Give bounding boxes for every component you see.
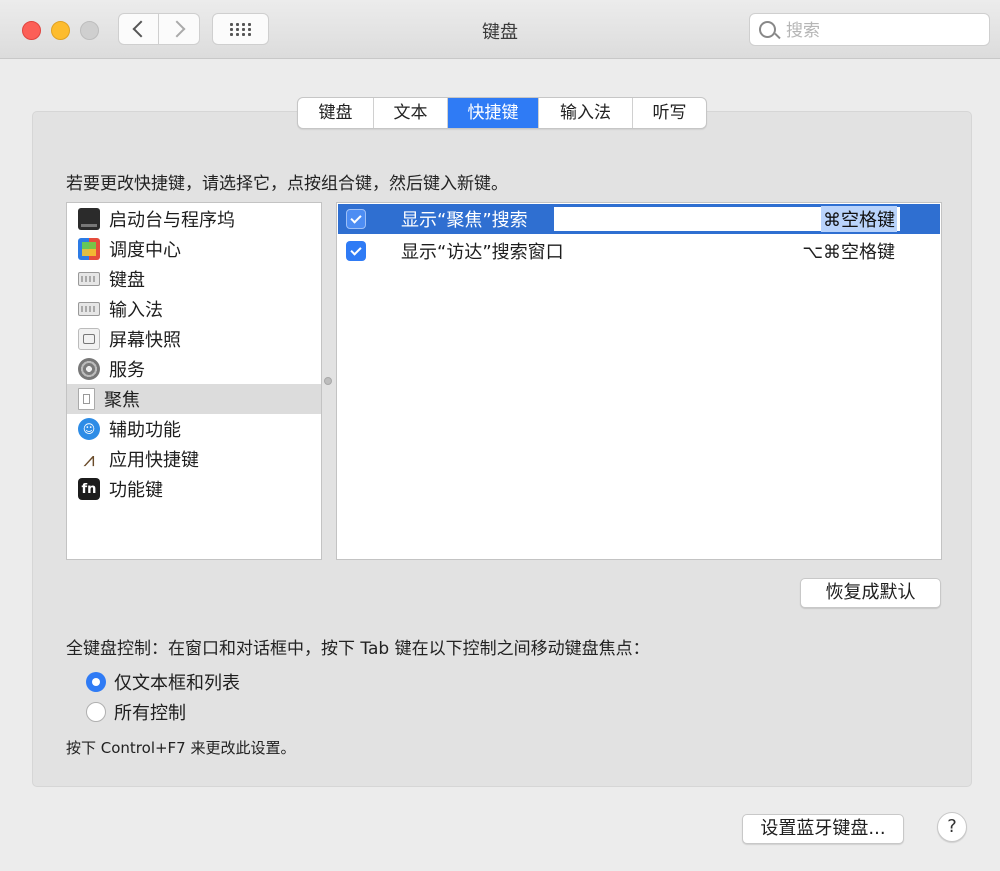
category-item-accessibility[interactable]: ☺ 辅助功能 <box>67 414 321 444</box>
radio-option-text-boxes[interactable]: 仅文本框和列表 <box>86 670 240 694</box>
tab-dictation[interactable]: 听写 <box>633 98 706 128</box>
shortcut-name: 显示“访达”搜索窗口 <box>401 242 564 263</box>
category-label: 屏幕快照 <box>109 330 181 351</box>
category-item-mission-control[interactable]: 调度中心 <box>67 234 321 264</box>
radio-option-all-controls[interactable]: 所有控制 <box>86 700 186 724</box>
instruction-text: 若要更改快捷键，请选择它，点按组合键，然后键入新键。 <box>66 174 508 194</box>
help-button[interactable]: ? <box>937 812 967 842</box>
tab-keyboard[interactable]: 键盘 <box>298 98 374 128</box>
search-field[interactable] <box>749 13 990 46</box>
category-label: 调度中心 <box>109 240 181 261</box>
shortcut-list: 显示“聚焦”搜索 ⌘空格键 显示“访达”搜索窗口 ⌥⌘空格键 <box>336 202 942 560</box>
radio-label: 仅文本框和列表 <box>114 673 240 694</box>
launchpad-dock-icon <box>78 208 100 230</box>
category-label: 启动台与程序坞 <box>109 210 235 231</box>
search-icon <box>759 21 776 38</box>
keyboard-icon <box>78 272 100 286</box>
shortcut-row[interactable]: 显示“访达”搜索窗口 ⌥⌘空格键 <box>338 236 940 266</box>
tab-input-sources[interactable]: 输入法 <box>539 98 633 128</box>
app-shortcuts-icon: ⩘ <box>83 447 95 471</box>
category-item-services[interactable]: 服务 <box>67 354 321 384</box>
category-label: 输入法 <box>109 300 163 321</box>
shortcut-name: 显示“聚焦”搜索 <box>401 210 528 231</box>
accessibility-icon: ☺ <box>78 418 100 440</box>
radio-button[interactable] <box>86 702 106 722</box>
tab-bar: 键盘 文本 快捷键 输入法 听写 <box>297 97 707 129</box>
category-list: 启动台与程序坞 调度中心 键盘 输入法 屏幕快照 服务 聚焦 ☺ 辅助功能 ⩘ … <box>66 202 322 560</box>
tab-shortcuts[interactable]: 快捷键 <box>448 98 539 128</box>
category-label: 服务 <box>109 360 145 381</box>
restore-defaults-button[interactable]: 恢复成默认 <box>800 578 941 608</box>
control-f7-note: 按下 Control+F7 来更改此设置。 <box>66 739 296 757</box>
spotlight-document-icon <box>78 388 95 410</box>
shortcut-checkbox[interactable] <box>346 241 366 261</box>
category-item-function-keys[interactable]: fn 功能键 <box>67 474 321 504</box>
category-label: 辅助功能 <box>109 420 181 441</box>
screenshot-icon <box>78 328 100 350</box>
shortcut-row[interactable]: 显示“聚焦”搜索 ⌘空格键 <box>338 204 940 234</box>
category-label: 聚焦 <box>104 390 140 411</box>
input-method-icon <box>78 302 100 316</box>
tab-text[interactable]: 文本 <box>374 98 448 128</box>
category-item-spotlight[interactable]: 聚焦 <box>67 384 321 414</box>
category-label: 键盘 <box>109 270 145 291</box>
setup-bluetooth-keyboard-button[interactable]: 设置蓝牙键盘... <box>742 814 904 844</box>
category-item-screenshots[interactable]: 屏幕快照 <box>67 324 321 354</box>
split-view-handle[interactable] <box>324 377 332 385</box>
fn-key-icon: fn <box>78 478 100 500</box>
full-keyboard-access-label: 全键盘控制：在窗口和对话框中，按下 Tab 键在以下控制之间移动键盘焦点： <box>66 639 650 659</box>
category-item-input-sources[interactable]: 输入法 <box>67 294 321 324</box>
category-label: 应用快捷键 <box>109 450 199 471</box>
title-bar: 键盘 <box>0 0 1000 59</box>
shortcut-key[interactable]: ⌥⌘空格键 <box>802 238 895 264</box>
radio-button-selected[interactable] <box>86 672 106 692</box>
shortcut-checkbox[interactable] <box>346 209 366 229</box>
services-gear-icon <box>78 358 100 380</box>
mission-control-icon <box>78 238 100 260</box>
search-input[interactable] <box>784 18 983 44</box>
shortcut-key[interactable]: ⌘空格键 <box>821 206 897 232</box>
category-label: 功能键 <box>109 480 163 501</box>
keyboard-preferences-window: 键盘 键盘 文本 快捷键 输入法 听写 若要更改快捷键，请选择它，点按组合键，然… <box>0 0 1000 871</box>
category-item-keyboard[interactable]: 键盘 <box>67 264 321 294</box>
category-item-launchpad[interactable]: 启动台与程序坞 <box>67 204 321 234</box>
category-item-app-shortcuts[interactable]: ⩘ 应用快捷键 <box>67 444 321 474</box>
radio-label: 所有控制 <box>114 703 186 724</box>
